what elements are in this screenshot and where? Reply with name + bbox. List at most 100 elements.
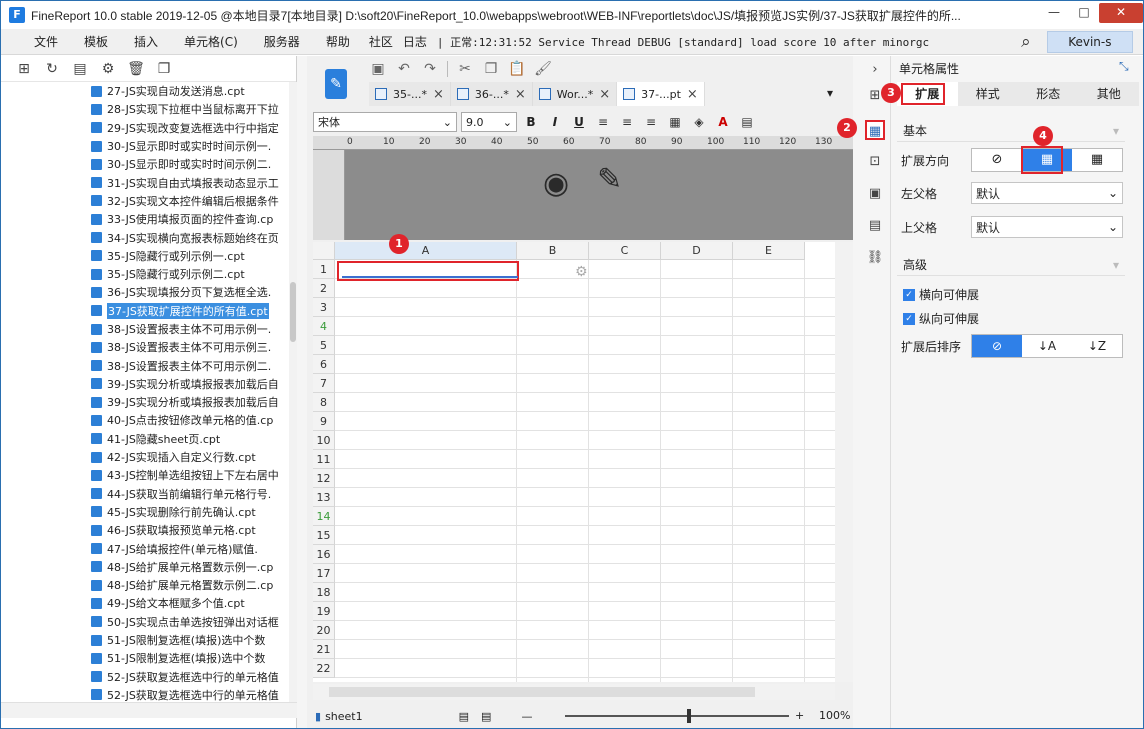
tree-item[interactable]: 29-JS实现改变复选框选中行中指定 [1,119,289,137]
tree-item[interactable]: 46-JS获取填报预览单元格.cpt [1,521,289,539]
tree-item[interactable]: 34-JS实现横向宽报表标题始终在页 [1,228,289,246]
row-header[interactable]: 19 [313,602,335,621]
tab-other[interactable]: 其他 [1079,82,1140,106]
tree-item[interactable]: 48-JS给扩展单元格置数示例一.cp [1,558,289,576]
column-header[interactable]: A [335,242,517,260]
column-header[interactable]: D [661,242,733,260]
close-button[interactable]: ✕ [1099,3,1143,23]
menu-server[interactable]: 服务器 [251,33,313,50]
column-header[interactable]: B [517,242,589,260]
user-button[interactable]: Kevin-s [1046,30,1133,53]
row-header[interactable]: 11 [313,450,335,469]
new-folder-icon[interactable]: ⊞ [15,60,33,78]
tree-scrollbar[interactable] [289,82,297,702]
search-icon[interactable]: ⌕ [1011,32,1041,52]
row-header[interactable]: 4 [313,317,335,336]
font-color-icon[interactable]: A [713,115,733,129]
zoom-in-icon[interactable]: + [795,709,804,722]
row-header[interactable]: 12 [313,469,335,488]
tree-item[interactable]: 39-JS实现分析或填报报表加载后自 [1,393,289,411]
cut-icon[interactable]: ✂ [456,61,474,77]
no-sort-icon[interactable]: ⊘ [972,335,1022,357]
menu-template[interactable]: 模板 [71,33,121,50]
copy-icon[interactable]: ❐ [482,61,500,77]
close-tab-icon[interactable]: × [599,87,610,102]
underline-button[interactable]: U [569,115,589,129]
column-header[interactable]: C [589,242,661,260]
tree-item[interactable]: 33-JS使用填报页面的控件查询.cp [1,210,289,228]
close-tab-icon[interactable]: × [515,87,526,102]
row-header[interactable]: 15 [313,526,335,545]
zoom-out-icon[interactable]: — [521,710,532,723]
tree-item[interactable]: 42-JS实现插入自定义行数.cpt [1,448,289,466]
border-icon[interactable]: ▦ [665,115,685,129]
grid-hscrollbar[interactable] [313,684,835,700]
row-header[interactable]: 7 [313,374,335,393]
left-parent-select[interactable]: 默认 ⌄ [971,182,1123,204]
tree-item[interactable]: 31-JS实现自由式填报表动态显示工 [1,173,289,191]
collapse-arrow-icon[interactable]: › [865,60,885,80]
tree-item[interactable]: 38-JS设置报表主体不可用示例三. [1,338,289,356]
cell-attribute-icon[interactable]: ▦ [865,120,885,140]
paste-icon[interactable]: 📋 [508,61,526,77]
row-header[interactable]: 6 [313,355,335,374]
bold-button[interactable]: B [521,115,541,129]
selected-cell-a1[interactable] [337,261,519,281]
sort-asc-icon[interactable]: ↓A [1022,335,1072,357]
tree-item[interactable]: 44-JS获取当前编辑行单元格行号. [1,485,289,503]
refresh-icon[interactable]: ↻ [43,60,61,78]
section-advanced[interactable]: 高级 ▾ [897,254,1125,276]
align-left-icon[interactable]: ≡ [593,115,613,129]
tree-item[interactable]: 52-JS获取复选框选中行的单元格值 [1,686,289,702]
close-tab-icon[interactable]: × [433,87,444,102]
cell-gear-icon[interactable]: ⚙ [575,264,588,280]
row-header[interactable]: 5 [313,336,335,355]
no-expand-icon[interactable]: ⊘ [972,149,1022,171]
add-sheet-icon[interactable]: ▤ [459,710,469,723]
tab-style[interactable]: 样式 [958,82,1019,106]
maximize-button[interactable]: □ [1069,3,1099,23]
template-tab[interactable]: 35-...* × [369,82,451,106]
copy-icon[interactable]: ❐ [155,60,173,78]
tab-shape[interactable]: 形态 [1018,82,1079,106]
tree-item[interactable]: 38-JS设置报表主体不可用示例二. [1,356,289,374]
condition-icon[interactable]: ⊡ [865,152,885,172]
italic-button[interactable]: I [545,115,565,129]
spreadsheet-grid[interactable]: A B C D E 1 2 3 4 5 6 7 8 9 10 11 12 13 14 15 16 17 18 19 20 21 22… [313,242,835,682]
tree-item[interactable]: 43-JS控制单选组按钮上下左右居中 [1,466,289,484]
open-icon[interactable]: ▤ [71,60,89,78]
tree-item[interactable]: 45-JS实现删除行前先确认.cpt [1,503,289,521]
tree-item[interactable]: 35-JS隐藏行或列示例二.cpt [1,265,289,283]
tab-menu-icon[interactable]: ▾ [827,86,833,100]
tree-item[interactable]: 38-JS设置报表主体不可用示例一. [1,320,289,338]
tree-item[interactable]: 48-JS给扩展单元格置数示例二.cp [1,576,289,594]
more-format-icon[interactable]: ▤ [737,115,757,129]
grid-vscrollbar[interactable] [835,242,853,682]
row-header[interactable]: 17 [313,564,335,583]
section-basic[interactable]: 基本 ▾ [897,120,1125,142]
menu-insert[interactable]: 插入 [121,33,171,50]
edit-pen-icon[interactable]: ✎ [597,162,622,197]
tree-item[interactable]: 30-JS显示即时或实时时间示例二. [1,155,289,173]
hyperlink-icon[interactable]: ⛓ [865,248,885,268]
align-center-icon[interactable]: ≡ [617,115,637,129]
tree-item[interactable]: 30-JS显示即时或实时时间示例一. [1,137,289,155]
collapse-left-handle[interactable] [297,56,307,728]
minimize-button[interactable]: — [1039,3,1069,23]
tree-item[interactable]: 37-JS获取扩展控件的所有值.cpt [1,302,289,320]
redo-icon[interactable]: ↷ [421,61,439,77]
row-header[interactable]: 14 [313,507,335,526]
tree-item[interactable]: 39-JS实现分析或填报报表加载后自 [1,375,289,393]
template-type-icon[interactable]: ✎ [315,62,357,106]
tree-item[interactable]: 40-JS点击按钮修改单元格的值.cp [1,411,289,429]
row-header[interactable]: 2 [313,279,335,298]
zoom-slider[interactable] [565,709,789,723]
tree-item[interactable]: 51-JS限制复选框(填报)选中个数 [1,649,289,667]
row-header[interactable]: 9 [313,412,335,431]
tree-item[interactable]: 49-JS给文本框赋多个值.cpt [1,594,289,612]
horizontal-expandable-checkbox[interactable]: ✓ 横向可伸展 [903,286,979,303]
template-tab[interactable]: 36-...* × [450,82,533,106]
grid-corner[interactable] [313,242,335,260]
close-tab-icon[interactable]: × [687,87,698,102]
row-header[interactable]: 20 [313,621,335,640]
